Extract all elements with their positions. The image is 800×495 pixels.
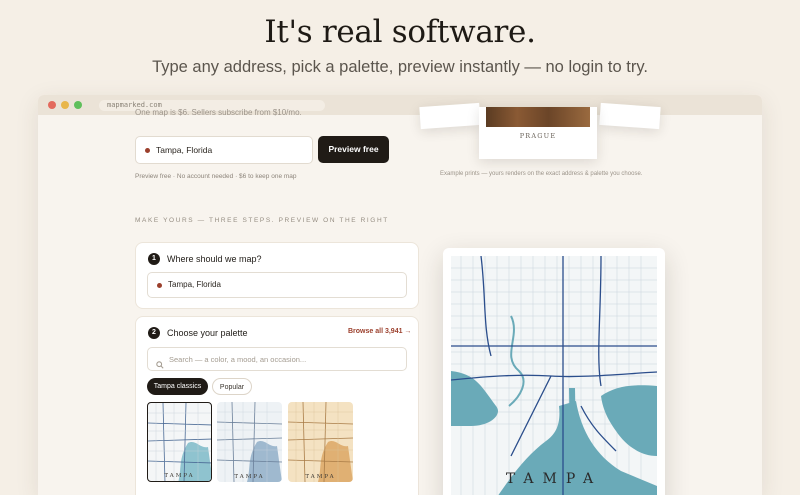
search-placeholder: Search — a color, a mood, an occasion... [169,355,307,364]
chip-popular[interactable]: Popular [212,378,252,395]
headline: It's real software. [264,14,536,50]
step-title: Choose your palette [167,328,248,338]
browser-window: mapmarked.com One map is $6. Sellers sub… [38,95,762,495]
example-print-right [599,102,661,130]
palette-thumb[interactable]: TAMPA [217,402,282,482]
examples-caption: Example prints — yours renders on the ex… [440,171,643,177]
step-1-card: 1 Where should we map? Tampa, Florida [135,242,419,309]
location-pin-icon [157,283,162,288]
step-number: 2 [148,327,160,339]
address-input[interactable]: Tampa, Florida [135,136,313,164]
thumb-label: TAMPA [305,474,336,480]
location-pin-icon [145,148,150,153]
step-title: Where should we map? [167,254,262,264]
map-address-input[interactable]: Tampa, Florida [147,272,407,298]
thumb-label: TAMPA [164,473,195,479]
section-label: MAKE YOURS — THREE STEPS. PREVIEW ON THE… [135,217,389,224]
map-preview-poster: TAMPA [443,248,665,495]
chip-tampa-classics[interactable]: Tampa classics [147,378,208,395]
step-2-card: 2 Choose your palette Browse all 3,941 →… [135,316,419,495]
step-number: 1 [148,253,160,265]
search-icon [156,356,164,374]
preview-note: Preview free · No account needed · $6 to… [135,173,297,180]
map-preview [451,256,657,495]
thumb-label: TAMPA [234,474,265,480]
pricing-text: One map is $6. Sellers subscribe from $1… [135,108,302,117]
print-image [486,107,590,127]
maximize-dot[interactable] [74,101,82,109]
preview-free-button[interactable]: Preview free [318,136,389,163]
minimize-dot[interactable] [61,101,69,109]
subheadline: Type any address, pick a palette, previe… [152,58,648,76]
poster-title: TAMPA [505,471,603,487]
map-address-value: Tampa, Florida [168,280,221,289]
palette-thumb[interactable]: TAMPA [147,402,212,482]
palette-search-input[interactable]: Search — a color, a mood, an occasion... [147,347,407,371]
palette-thumb[interactable]: TAMPA [288,402,353,482]
close-dot[interactable] [48,101,56,109]
browse-all-link[interactable]: Browse all 3,941 → [348,328,411,335]
print-label: PRAGUE [519,132,557,140]
address-value: Tampa, Florida [156,145,213,155]
example-print-left [419,102,481,130]
example-print-prague: PRAGUE [479,107,597,159]
